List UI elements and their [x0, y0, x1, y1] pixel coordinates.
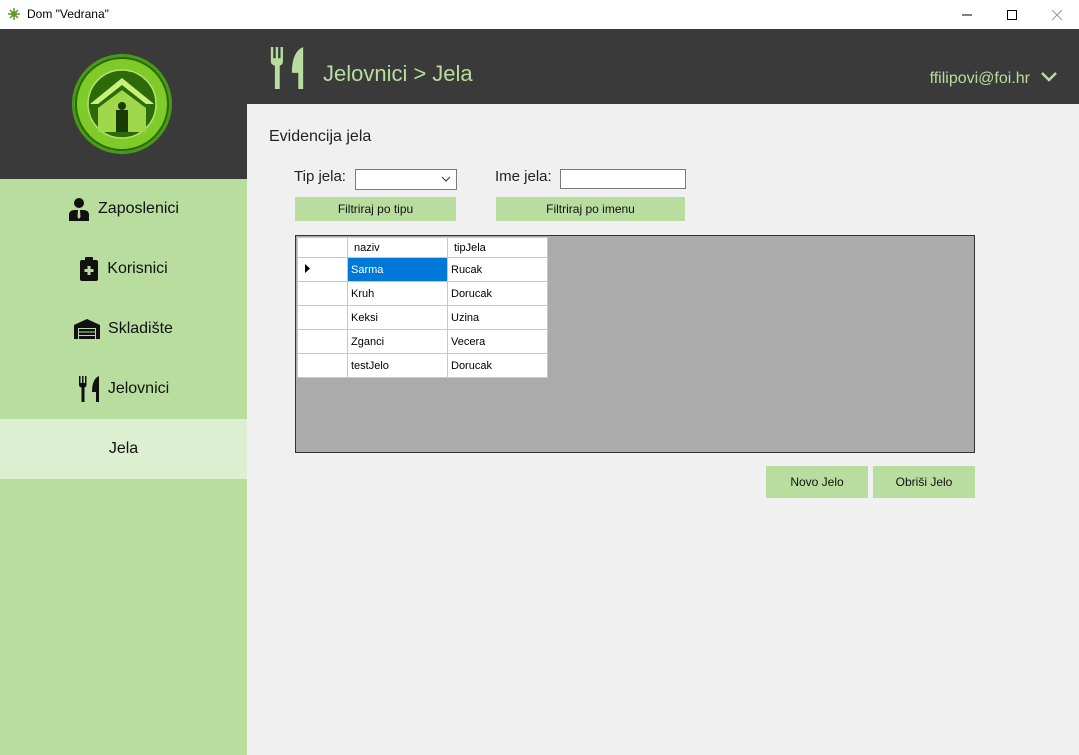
app-icon: [8, 8, 20, 20]
user-tie-icon: [69, 198, 90, 221]
type-select[interactable]: [355, 169, 457, 190]
table-row[interactable]: Keksi Uzina: [297, 305, 548, 330]
row-header[interactable]: [297, 353, 348, 378]
breadcrumb-parent[interactable]: Jelovnici: [323, 61, 407, 86]
breadcrumb: Jelovnici > Jela: [323, 61, 473, 87]
logo-area: [0, 29, 247, 179]
medical-clipboard-icon: [80, 257, 99, 281]
table-cell[interactable]: Rucak: [447, 257, 548, 282]
type-label: Tip jela:: [294, 168, 346, 185]
page-title: Evidencija jela: [269, 128, 372, 145]
sidebar-item-jelovnici[interactable]: Jelovnici: [0, 359, 247, 419]
row-header-corner[interactable]: [297, 237, 348, 258]
sidebar: Zaposlenici Korisnici Skladište Jelovnic…: [0, 29, 247, 755]
dishes-grid[interactable]: naziv tipJela Sarma Rucak Kruh Dorucak K…: [295, 235, 975, 453]
name-input[interactable]: [560, 169, 686, 189]
current-row-arrow-icon: [305, 263, 310, 273]
sidebar-item-skladiste[interactable]: Skladište: [0, 299, 247, 359]
filter-by-type-button[interactable]: Filtriraj po tipu: [295, 197, 456, 221]
maximize-button[interactable]: [989, 0, 1035, 29]
table-cell[interactable]: Keksi: [347, 305, 448, 330]
table-cell[interactable]: Uzina: [447, 305, 548, 330]
sidebar-item-jela[interactable]: Jela: [0, 419, 247, 479]
utensils-icon: [78, 376, 99, 402]
table-header-row: naziv tipJela: [297, 237, 548, 258]
breadcrumb-current: Jela: [432, 61, 473, 86]
row-header[interactable]: [297, 281, 348, 306]
filter-by-name-button[interactable]: Filtriraj po imenu: [496, 197, 685, 221]
table-cell[interactable]: Zganci: [347, 329, 448, 354]
dishes-table: naziv tipJela Sarma Rucak Kruh Dorucak K…: [297, 237, 548, 378]
minimize-icon: [962, 14, 972, 15]
breadcrumb-separator: >: [413, 61, 427, 86]
sidebar-item-label: Jela: [108, 440, 139, 457]
sidebar-item-label: Jelovnici: [107, 380, 170, 397]
table-row[interactable]: testJelo Dorucak: [297, 353, 548, 378]
minimize-button[interactable]: [944, 0, 990, 29]
table-cell[interactable]: Sarma: [347, 257, 448, 282]
delete-dish-button[interactable]: Obriši Jelo: [873, 466, 975, 498]
chevron-down-icon[interactable]: [1041, 71, 1057, 83]
title-bar: Dom "Vedrana": [0, 0, 1079, 29]
row-header[interactable]: [297, 305, 348, 330]
window-title: Dom "Vedrana": [27, 7, 109, 21]
new-dish-button[interactable]: Novo Jelo: [766, 466, 868, 498]
name-label: Ime jela:: [495, 168, 552, 185]
sidebar-item-label: Korisnici: [107, 260, 168, 277]
table-row[interactable]: Kruh Dorucak: [297, 281, 548, 306]
table-row[interactable]: Sarma Rucak: [297, 257, 548, 282]
sidebar-item-label: Zaposlenici: [98, 200, 179, 217]
close-icon: [1051, 9, 1063, 20]
table-cell[interactable]: Kruh: [347, 281, 448, 306]
maximize-icon: [1007, 9, 1017, 20]
vedrana-logo: [72, 54, 172, 154]
header: Jelovnici > Jela ffilipovi@foi.hr: [247, 29, 1079, 104]
table-row[interactable]: Zganci Vecera: [297, 329, 548, 354]
sidebar-item-label: Skladište: [108, 320, 173, 337]
row-header[interactable]: [297, 257, 348, 282]
sidebar-item-korisnici[interactable]: Korisnici: [0, 239, 247, 299]
table-cell[interactable]: testJelo: [347, 353, 448, 378]
warehouse-icon: [74, 319, 101, 339]
utensils-icon: [270, 47, 304, 89]
column-header-tipjela[interactable]: tipJela: [447, 237, 548, 258]
user-email[interactable]: ffilipovi@foi.hr: [930, 70, 1030, 88]
close-button[interactable]: [1034, 0, 1079, 29]
table-cell[interactable]: Dorucak: [447, 353, 548, 378]
column-header-naziv[interactable]: naziv: [347, 237, 448, 258]
row-header[interactable]: [297, 329, 348, 354]
table-cell[interactable]: Dorucak: [447, 281, 548, 306]
chevron-down-icon: [441, 176, 451, 182]
sidebar-item-zaposlenici[interactable]: Zaposlenici: [0, 179, 247, 239]
table-cell[interactable]: Vecera: [447, 329, 548, 354]
